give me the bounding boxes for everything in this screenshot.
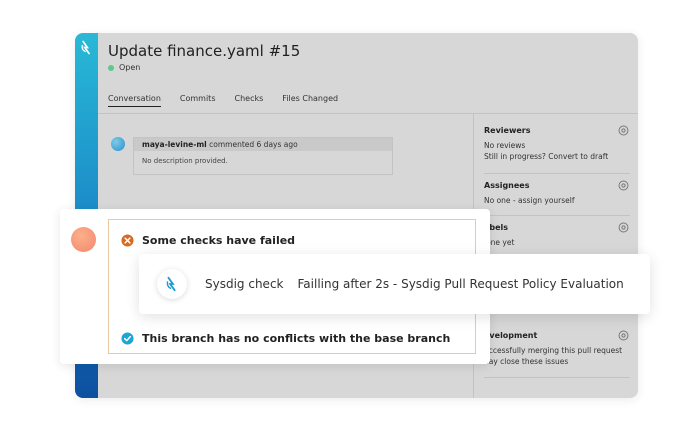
assignees-section: Assignees No one - assign yourself (484, 179, 630, 206)
development-text-2: nay close these issues (484, 357, 569, 366)
no-conflicts-row: This branch has no conflicts with the ba… (121, 332, 450, 345)
convert-to-draft-link[interactable]: Still in progress? Convert to draft (484, 151, 630, 162)
comment-box: maya-levine-ml commented 6 days ago No d… (133, 137, 393, 175)
sysdig-logo-icon (166, 276, 176, 292)
no-conflicts-label: This branch has no conflicts with the ba… (142, 332, 451, 345)
labels-text: lone yet (484, 238, 515, 247)
assignees-title: Assignees (484, 181, 530, 190)
checks-failed-label: Some checks have failed (142, 234, 296, 247)
avatar[interactable] (71, 227, 96, 252)
tab-files-changed[interactable]: Files Changed (282, 94, 338, 107)
reviewers-title: Reviewers (484, 126, 531, 135)
tab-conversation[interactable]: Conversation (108, 94, 161, 107)
error-circle-icon (121, 234, 134, 247)
sysdig-logo (157, 269, 187, 299)
development-section: evelopment uccessfully merging this pull… (484, 329, 630, 367)
sysdig-check-card[interactable]: Sysdig check Failling after 2s - Sysdig … (139, 254, 650, 314)
gear-icon[interactable] (617, 124, 630, 137)
check-status-text: Failling after 2s - Sysdig Pull Request … (297, 277, 624, 291)
divider (484, 173, 630, 174)
divider (484, 215, 630, 216)
labels-title: abels (484, 223, 509, 232)
comment-meta: commented 6 days ago (206, 140, 298, 149)
development-text: uccessfully merging this pull request (484, 346, 623, 355)
reviewers-section: Reviewers No reviews Still in progress? … (484, 124, 630, 162)
avatar[interactable] (111, 137, 125, 151)
tab-commits[interactable]: Commits (180, 94, 216, 107)
status-label: Open (119, 63, 141, 72)
status-dot-icon (108, 64, 114, 71)
comment-body: No description provided. (142, 157, 228, 165)
check-name: Sysdig check (205, 277, 284, 291)
gear-icon[interactable] (617, 329, 630, 342)
checks-failed-row[interactable]: Some checks have failed (121, 234, 295, 247)
comment-author[interactable]: maya-levine-ml (142, 140, 207, 149)
development-title: evelopment (484, 331, 538, 340)
assign-yourself-link[interactable]: No one - assign yourself (484, 195, 630, 206)
tab-bar: Conversation Commits Checks Files Change… (108, 94, 338, 107)
reviewers-text: No reviews (484, 141, 526, 150)
status-badge: Open (108, 63, 140, 72)
gear-icon[interactable] (617, 179, 630, 192)
tab-checks[interactable]: Checks (234, 94, 263, 107)
page-title: Update finance.yaml #15 (108, 42, 301, 60)
comment-header: maya-levine-ml commented 6 days ago (134, 138, 392, 151)
divider (484, 377, 630, 378)
labels-section: abels lone yet (484, 221, 630, 248)
gear-icon[interactable] (617, 221, 630, 234)
sysdig-logo-icon (81, 40, 90, 55)
check-circle-icon (121, 332, 134, 345)
